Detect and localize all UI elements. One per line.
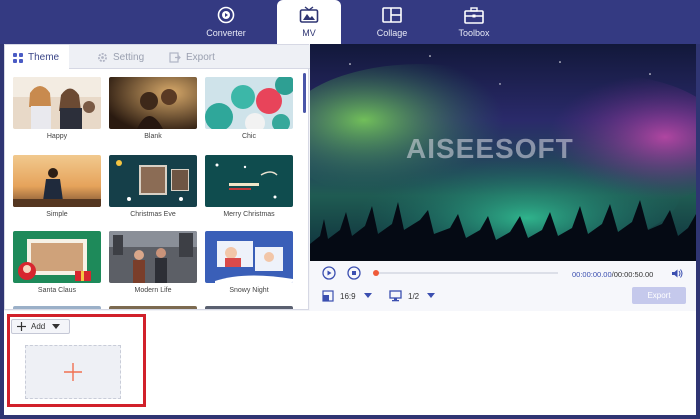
progress-bar[interactable]: [372, 269, 560, 277]
toolbox-icon: [464, 6, 484, 24]
stop-button[interactable]: [347, 266, 361, 280]
theme-thumbnail: [205, 306, 293, 309]
theme-thumbnail: [205, 231, 293, 283]
tab-setting-label: Setting: [113, 51, 145, 63]
nav-collage-label: Collage: [376, 28, 408, 38]
theme-thumbnail: [13, 77, 101, 129]
aspect-ratio-icon: [322, 290, 334, 302]
gear-icon: [97, 52, 108, 63]
theme-label: Modern Life: [134, 287, 172, 294]
top-nav: Converter MV Collage Toolbox: [0, 0, 700, 46]
chevron-down-icon: [427, 293, 436, 298]
main-panel: Theme Setting Export Happy Blank Chic Si…: [4, 44, 696, 415]
theme-thumbnail: [205, 77, 293, 129]
theme-label: Snowy Night: [229, 287, 269, 294]
nav-mv[interactable]: MV: [277, 0, 341, 46]
grid-icon: [13, 52, 23, 63]
volume-button[interactable]: [671, 268, 683, 279]
video-preview: AISEESOFT: [310, 44, 696, 261]
export-icon: [169, 51, 181, 63]
screen-ratio-value: 1/2: [408, 291, 420, 301]
nav-mv-label: MV: [302, 28, 316, 38]
mv-icon: [299, 6, 319, 24]
tab-bar: Theme Setting Export: [5, 45, 310, 70]
screen-ratio-dropdown[interactable]: 1/2: [389, 290, 436, 302]
nav-toolbox[interactable]: Toolbox: [442, 0, 506, 44]
theme-label: Santa Claus: [37, 287, 77, 294]
theme-scrollbar[interactable]: [303, 73, 306, 113]
tab-setting[interactable]: Setting: [97, 45, 144, 69]
add-media-dropzone[interactable]: [25, 345, 121, 399]
theme-tile-happy[interactable]: Happy: [13, 77, 103, 140]
aspect-ratio-value: 16:9: [340, 291, 356, 301]
add-button[interactable]: Add: [11, 319, 70, 334]
play-icon: [322, 266, 336, 280]
theme-tile-christmas-eve[interactable]: Christmas Eve: [109, 155, 199, 218]
theme-thumbnail: [109, 306, 197, 309]
theme-panel: Theme Setting Export Happy Blank Chic Si…: [4, 44, 310, 310]
volume-icon: [672, 269, 683, 278]
tab-export[interactable]: Export: [169, 45, 215, 69]
theme-label: Merry Christmas: [223, 211, 275, 218]
theme-label: Happy: [46, 133, 68, 140]
time-total: /00:00:50.00: [611, 270, 654, 279]
theme-tile-partial: [13, 306, 103, 309]
tab-theme[interactable]: Theme: [5, 45, 70, 70]
add-button-label: Add: [31, 322, 46, 331]
converter-icon: [217, 6, 235, 24]
theme-tile-santa-claus[interactable]: Santa Claus: [13, 231, 103, 294]
stop-icon: [347, 266, 361, 280]
plus-icon: [64, 363, 82, 381]
watermark-text: AISEESOFT: [406, 133, 574, 164]
theme-tile-modern-life[interactable]: Modern Life: [109, 231, 199, 294]
nav-converter[interactable]: Converter: [194, 0, 258, 44]
tab-theme-label: Theme: [28, 52, 60, 63]
time-current: 00:00:00.00: [572, 270, 612, 279]
theme-label: Blank: [144, 133, 162, 140]
chevron-down-icon: [52, 324, 61, 329]
time-display: 00:00:00.00/00:00:50.00: [572, 270, 653, 279]
media-bin: Add: [4, 311, 696, 415]
theme-tile-partial: [109, 306, 199, 309]
theme-tile-merry-christmas[interactable]: Merry Christmas: [205, 155, 295, 218]
theme-tile-snowy-night[interactable]: Snowy Night: [205, 231, 295, 294]
chevron-down-icon: [363, 293, 372, 298]
theme-thumbnail: [13, 155, 101, 207]
export-button[interactable]: Export: [632, 287, 686, 304]
theme-label: Christmas Eve: [130, 211, 176, 218]
theme-thumbnail: [109, 77, 197, 129]
theme-label: Chic: [241, 133, 256, 140]
playback-controls: 00:00:00.00/00:00:50.00 16:9 1/2 Export: [310, 261, 696, 311]
progress-handle: [373, 270, 379, 276]
theme-thumbnail: [13, 231, 101, 283]
nav-collage[interactable]: Collage: [360, 0, 424, 44]
theme-thumbnail: [109, 155, 197, 207]
theme-grid: Happy Blank Chic Simple Christmas Eve Me…: [5, 70, 300, 309]
theme-thumbnail: [109, 231, 197, 283]
monitor-icon: [389, 290, 402, 302]
nav-converter-label: Converter: [206, 28, 246, 38]
play-button[interactable]: [322, 266, 336, 280]
theme-thumbnail: [205, 155, 293, 207]
aspect-ratio-dropdown[interactable]: 16:9: [322, 290, 372, 302]
theme-thumbnail: [13, 306, 101, 309]
tab-export-label: Export: [186, 51, 215, 63]
theme-tile-simple[interactable]: Simple: [13, 155, 103, 218]
theme-tile-partial: [205, 306, 295, 309]
theme-label: Simple: [46, 211, 68, 218]
plus-icon: [17, 322, 26, 331]
nav-toolbox-label: Toolbox: [458, 28, 490, 38]
theme-tile-chic[interactable]: Chic: [205, 77, 295, 140]
theme-tile-blank[interactable]: Blank: [109, 77, 199, 140]
collage-icon: [382, 6, 402, 24]
